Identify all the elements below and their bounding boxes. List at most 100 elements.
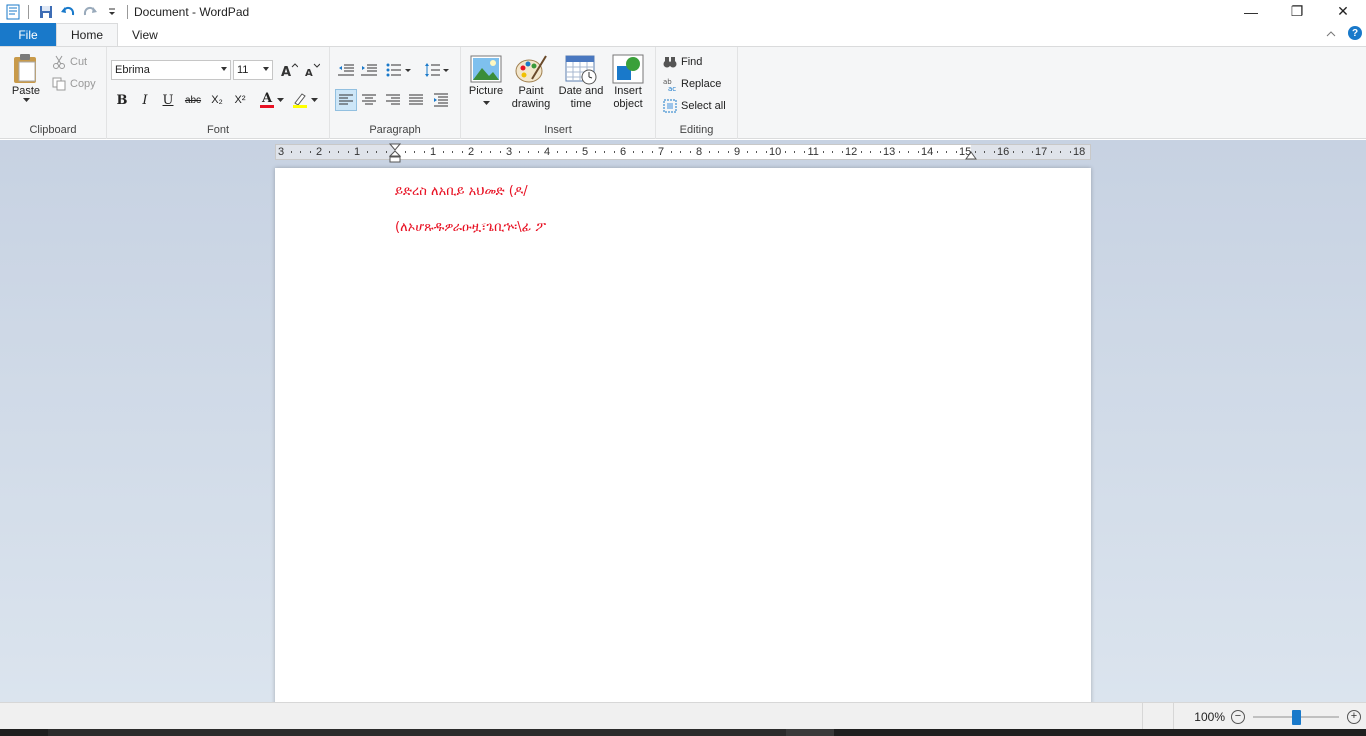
align-right-button[interactable] — [382, 89, 404, 111]
ruler-tick-mark — [689, 151, 691, 153]
indent-marker-icon[interactable] — [389, 143, 401, 163]
ruler-tick-mark — [794, 151, 795, 153]
redo-icon[interactable] — [79, 1, 101, 23]
insert-object-button[interactable]: Insert object — [608, 53, 648, 111]
document-line-2[interactable]: (ለኦሆጹዱዎራዑዟ፣ጌቢኍ፡\ፊ ፖ — [395, 220, 546, 235]
taskbar-active-app[interactable] — [786, 729, 834, 736]
ruler-tick-mark — [708, 151, 710, 153]
ruler-tick-mark — [718, 151, 719, 153]
highlight-color-button[interactable] — [290, 89, 320, 111]
zoom-in-button[interactable]: + — [1347, 709, 1361, 724]
minimize-button[interactable]: — — [1228, 0, 1274, 23]
picture-button[interactable]: Picture — [465, 53, 507, 105]
align-left-button[interactable] — [335, 89, 357, 111]
undo-icon[interactable] — [57, 1, 79, 23]
strikethrough-button[interactable]: abc — [182, 89, 204, 111]
align-center-button[interactable] — [358, 89, 380, 111]
align-center-icon — [362, 94, 376, 105]
minimize-ribbon-icon[interactable] — [1326, 26, 1336, 40]
tab-file[interactable]: File — [0, 23, 56, 46]
ruler-tick-mark — [1031, 151, 1033, 153]
ruler-tick-mark — [499, 151, 501, 153]
ruler-label: 4 — [544, 146, 551, 158]
chevron-down-icon — [277, 98, 284, 102]
font-size-select[interactable]: 11 — [233, 60, 273, 80]
zoom-slider[interactable] — [1253, 709, 1339, 725]
shrink-font-button[interactable]: A — [301, 59, 323, 81]
paragraph-settings-button[interactable] — [430, 89, 452, 111]
tab-home[interactable]: Home — [56, 23, 119, 47]
close-button[interactable]: ✕ — [1320, 0, 1366, 23]
document-page[interactable]: ይድረስ ለአቢይ አህመድ (ዶ/ (ለኦሆጹዱዎራዑዟ፣ጌቢኍ፡\ፊ ፖ — [275, 168, 1091, 702]
ruler-tick-mark — [1060, 151, 1061, 153]
subscript-button[interactable]: X₂ — [206, 89, 228, 111]
svg-text:A: A — [281, 65, 291, 77]
date-time-label-2: time — [570, 98, 592, 110]
editing-group-label: Editing — [679, 124, 714, 136]
ruler-tick-mark — [566, 151, 567, 153]
picture-icon — [470, 55, 502, 83]
tab-view[interactable]: View — [118, 23, 172, 46]
ruler-tick-mark — [822, 151, 824, 153]
replace-button[interactable]: ab ac Replace — [663, 77, 721, 91]
grow-font-button[interactable]: A — [278, 59, 300, 81]
line-spacing-icon — [425, 63, 449, 77]
cut-button[interactable]: Cut — [52, 55, 87, 69]
ruler-tick-mark — [974, 151, 976, 153]
ruler-tick-mark — [518, 151, 520, 153]
date-time-button[interactable]: Date and time — [555, 53, 607, 111]
italic-button[interactable]: I — [134, 89, 156, 111]
ruler-tick-mark — [490, 151, 491, 153]
font-family-select[interactable]: Ebrima — [111, 60, 231, 80]
ruler[interactable]: 3 2 1 1 2 3 4 5 6 7 8 9 10 11 12 13 14 15 16 17 18 — [275, 143, 1091, 163]
insert-object-label-2: object — [613, 98, 643, 110]
ribbon-controls: ? — [1326, 26, 1362, 40]
paint-drawing-label-2: drawing — [511, 98, 551, 110]
zoom-slider-thumb[interactable] — [1291, 709, 1301, 725]
zoom-out-button[interactable]: − — [1231, 709, 1245, 724]
separator — [28, 4, 29, 19]
document-line-1[interactable]: ይድረስ ለአቢይ አህመድ (ዶ/ — [395, 184, 528, 199]
justify-button[interactable] — [405, 89, 427, 111]
paint-drawing-label-1: Paint — [518, 85, 544, 97]
taskbar-segment — [48, 729, 788, 736]
copy-button[interactable]: Copy — [52, 77, 96, 91]
binoculars-icon — [663, 57, 677, 68]
maximize-button[interactable]: ❐ — [1274, 0, 1320, 23]
ruler-tick-mark — [575, 151, 577, 153]
underline-button[interactable]: U — [157, 89, 179, 111]
superscript-button[interactable]: X² — [229, 89, 251, 111]
ruler-tick-mark — [727, 151, 729, 153]
font-group-label: Font — [206, 124, 229, 136]
decrease-indent-button[interactable] — [335, 59, 357, 81]
ruler-tick-mark — [328, 151, 330, 153]
ruler-tick-mark — [784, 151, 786, 153]
paragraph-icon — [434, 93, 448, 107]
wordpad-app-icon[interactable] — [2, 1, 24, 23]
calendar-clock-icon — [565, 55, 597, 85]
find-button[interactable]: Find — [663, 55, 702, 69]
ribbon: Paste Cut Copy Clipboard Ebrima 11 A A B — [0, 46, 1366, 139]
ruler-tick-mark — [870, 151, 871, 153]
ruler-tick-mark — [1069, 151, 1071, 153]
text-color-button[interactable]: A — [257, 89, 287, 111]
line-spacing-button[interactable] — [422, 59, 452, 81]
paint-drawing-button[interactable]: Paint drawing — [508, 53, 554, 111]
font-group: Ebrima 11 A A B I U abc X₂ X² A Font — [107, 47, 330, 139]
clipboard-group-label: Clipboard — [29, 124, 77, 136]
ruler-tick-mark — [338, 151, 339, 153]
insert-group-label: Insert — [544, 124, 572, 136]
save-icon[interactable] — [35, 1, 57, 23]
bullets-button[interactable] — [384, 59, 414, 81]
select-all-button[interactable]: Select all — [663, 99, 726, 113]
paste-button[interactable]: Paste — [8, 53, 44, 111]
ruler-tick-mark — [300, 151, 301, 153]
date-time-label-1: Date and — [558, 85, 604, 97]
customize-toolbar-icon[interactable] — [101, 1, 123, 23]
replace-icon: abac — [663, 78, 676, 91]
ruler-tick-mark — [670, 151, 672, 153]
help-icon[interactable]: ? — [1348, 26, 1362, 40]
bold-button[interactable]: B — [111, 89, 133, 111]
svg-text:A: A — [305, 68, 313, 77]
increase-indent-button[interactable] — [358, 59, 380, 81]
